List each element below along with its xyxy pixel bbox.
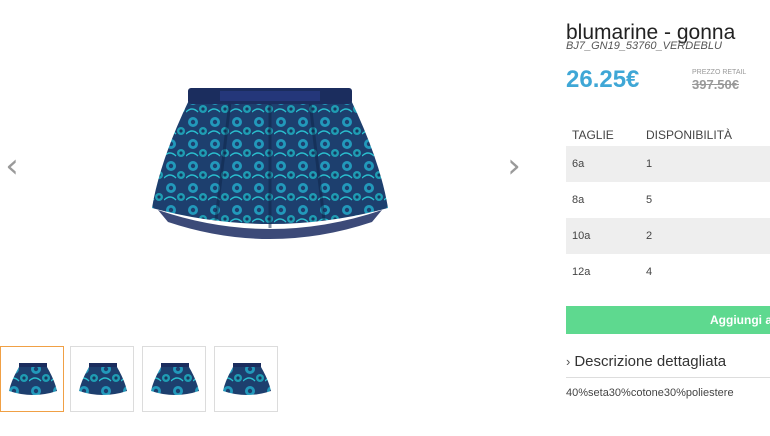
size-value: 8a xyxy=(572,194,585,206)
size-availability-table: TAGLIE DISPONIBILITÀ 6a 1 8a 5 10a 2 12a… xyxy=(566,124,770,290)
product-details: blumarine - gonna BJ7_GN19_53760_VERDEBL… xyxy=(566,0,770,436)
main-product-image xyxy=(120,70,420,260)
availability-value: 4 xyxy=(646,266,653,278)
size-table-header: TAGLIE DISPONIBILITÀ xyxy=(566,124,770,146)
size-row[interactable]: 12a 4 xyxy=(566,254,770,290)
thumbnail[interactable] xyxy=(142,346,206,412)
size-value: 6a xyxy=(572,158,585,170)
add-to-cart-button[interactable]: Aggiungi al c xyxy=(566,306,770,334)
size-row[interactable]: 8a 5 xyxy=(566,182,770,218)
size-value: 12a xyxy=(572,266,591,278)
chevron-right-icon: › xyxy=(566,354,571,369)
retail-price: 397.50€ xyxy=(692,77,739,92)
availability-value: 5 xyxy=(646,194,653,206)
chevron-right-icon[interactable]: › xyxy=(504,148,524,184)
material-composition: 40%seta30%cotone30%poliestere xyxy=(566,387,734,399)
size-row[interactable]: 10a 2 xyxy=(566,218,770,254)
availability-value: 1 xyxy=(646,158,653,170)
product-price: 26.25€ xyxy=(566,66,640,93)
description-toggle[interactable]: › Descrizione dettagliata xyxy=(566,353,726,370)
retail-price-label: PREZZO RETAIL xyxy=(692,69,747,76)
product-sku: BJ7_GN19_53760_VERDEBLU xyxy=(566,40,722,52)
product-gallery: ‹ › xyxy=(0,0,530,436)
description-toggle-label: Descrizione dettagliata xyxy=(574,353,727,370)
thumbnail[interactable] xyxy=(70,346,134,412)
thumbnail[interactable] xyxy=(214,346,278,412)
chevron-left-icon[interactable]: ‹ xyxy=(2,148,22,184)
availability-value: 2 xyxy=(646,230,653,242)
size-row[interactable]: 6a 1 xyxy=(566,146,770,182)
thumbnail[interactable] xyxy=(0,346,64,412)
size-column-header: TAGLIE xyxy=(572,128,614,142)
divider xyxy=(566,377,770,378)
availability-column-header: DISPONIBILITÀ xyxy=(646,128,733,142)
add-to-cart-label: Aggiungi al c xyxy=(710,313,770,327)
size-value: 10a xyxy=(572,230,591,242)
